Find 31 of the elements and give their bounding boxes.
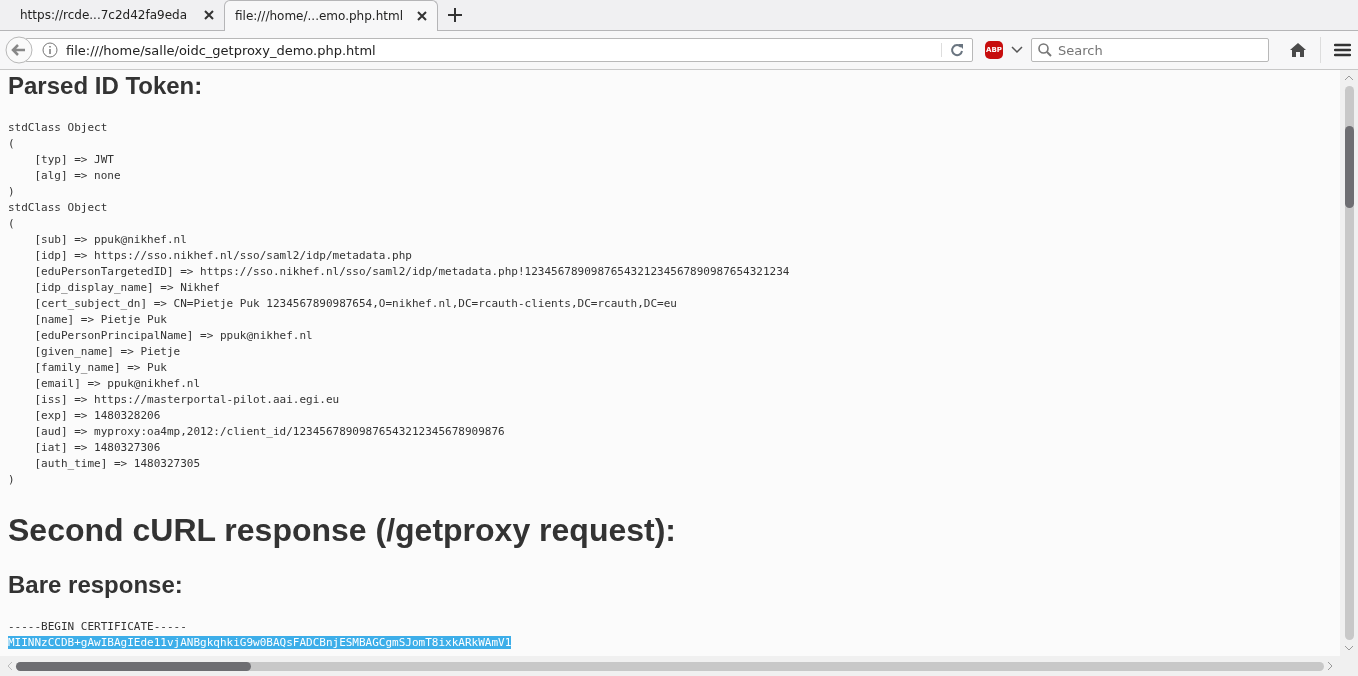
code-line: [email] => ppuk@nikhef.nl [33,377,201,390]
page-heading: Second cURL response (/getproxy request): [8,512,677,549]
code-line: [iat] => 1480327306 [33,441,161,454]
code-line: [exp] => 1480328206 [33,409,161,422]
code-line: stdClass Object [8,201,108,214]
code-line: [typ] => JWT [33,153,114,166]
code-line: [family_name] => Puk [33,361,167,374]
code-line: ( [8,137,15,150]
code-line: [iss] => https://masterportal-pilot.aai.egi.eu [33,393,340,406]
code-line: [auth_time] => 1480327305 [33,457,201,470]
code-line: [name] => Pietje Puk [33,313,167,326]
code-line: [given_name] => Pietje [33,345,181,358]
code-line: [alg] => none [33,169,121,182]
address-field[interactable]: file:///home/salle/oidc_getproxy_demo.php.html [25,38,973,62]
code-line: [cert_subject_dn] => CN=Pietje Puk 1234567890987654,O=nikhef.nl,DC=rcauth-clients,DC=rcauth,DC=eu [33,297,677,310]
code-line: [sub] => ppuk@nikhef.nl [33,233,187,246]
code-line: ) [8,185,15,198]
browser-tab[interactable]: https://rcde...7c2d42fa9eda [10,0,224,30]
code-line: stdClass Object [8,121,108,134]
code-line: [eduPersonTargetedID] => https://sso.nikhef.nl/sso/saml2/idp/metadata.php!1234567890987654321234567890987654321234 [33,265,790,278]
code-line: -----BEGIN CERTIFICATE----- [8,620,187,633]
code-line: ) [8,473,15,486]
code-line: [idp_display_name] => Nikhef [33,281,220,294]
code-line: [idp] => https://sso.nikhef.nl/sso/saml2/idp/metadata.php [33,249,412,262]
section-heading: Parsed ID Token: [8,72,204,100]
code-line: ( [8,217,15,230]
code-line: [aud] => myproxy:oa4mp,2012:/client_id/12345678909876543212345678909876 [33,425,505,438]
search-field[interactable]: Search [1031,38,1269,62]
browser-tab[interactable]: file:///home/...emo.php.html [224,0,438,31]
section-heading: Bare response: [8,571,184,599]
code-line: [eduPersonPrincipalName] => ppuk@nikhef.nl [33,329,313,342]
